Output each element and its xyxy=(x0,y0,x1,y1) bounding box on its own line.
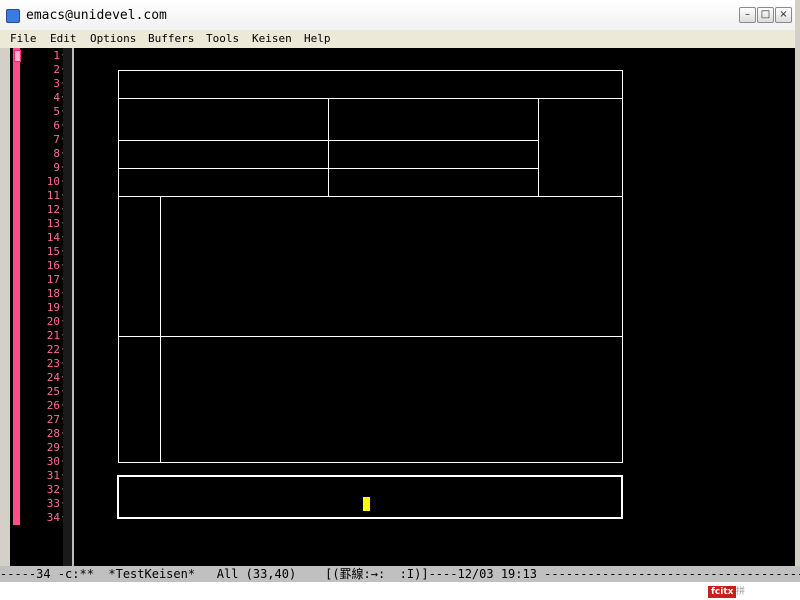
editor-buffer[interactable]: 1➔2➔3➔4➔5➔6➔7➔8➔9➔10➔11➔12➔13➔14➔15➔16➔1… xyxy=(0,48,800,566)
close-button[interactable]: × xyxy=(775,7,792,23)
input-box-border xyxy=(117,475,623,519)
title-bar[interactable]: emacs@unidevel.com – □ × xyxy=(0,0,800,31)
minimize-button[interactable]: – xyxy=(739,7,756,23)
window-right-edge xyxy=(795,0,800,566)
menu-file[interactable]: File xyxy=(10,32,37,45)
menu-options[interactable]: Options xyxy=(90,32,136,45)
fcitx-ime-indicator[interactable]: fcitx xyxy=(708,586,737,598)
menu-help[interactable]: Help xyxy=(304,32,331,45)
keisen-table-art xyxy=(117,70,623,519)
table-outer-border xyxy=(118,70,623,463)
menu-buffers[interactable]: Buffers xyxy=(148,32,194,45)
ime-mode-glyph: 拼 xyxy=(736,587,746,597)
menu-keisen[interactable]: Keisen xyxy=(252,32,292,45)
minibuffer[interactable] xyxy=(0,582,800,600)
menu-edit[interactable]: Edit xyxy=(50,32,77,45)
mode-line: -----34 -c:** *TestKeisen* All (33,40) [… xyxy=(0,566,800,582)
text-cursor xyxy=(363,497,370,511)
menu-bar: File Edit Options Buffers Tools Keisen H… xyxy=(0,30,800,48)
menu-tools[interactable]: Tools xyxy=(206,32,239,45)
window-title: emacs@unidevel.com xyxy=(26,8,167,23)
maximize-button[interactable]: □ xyxy=(757,7,774,23)
emacs-app-icon xyxy=(6,9,20,23)
